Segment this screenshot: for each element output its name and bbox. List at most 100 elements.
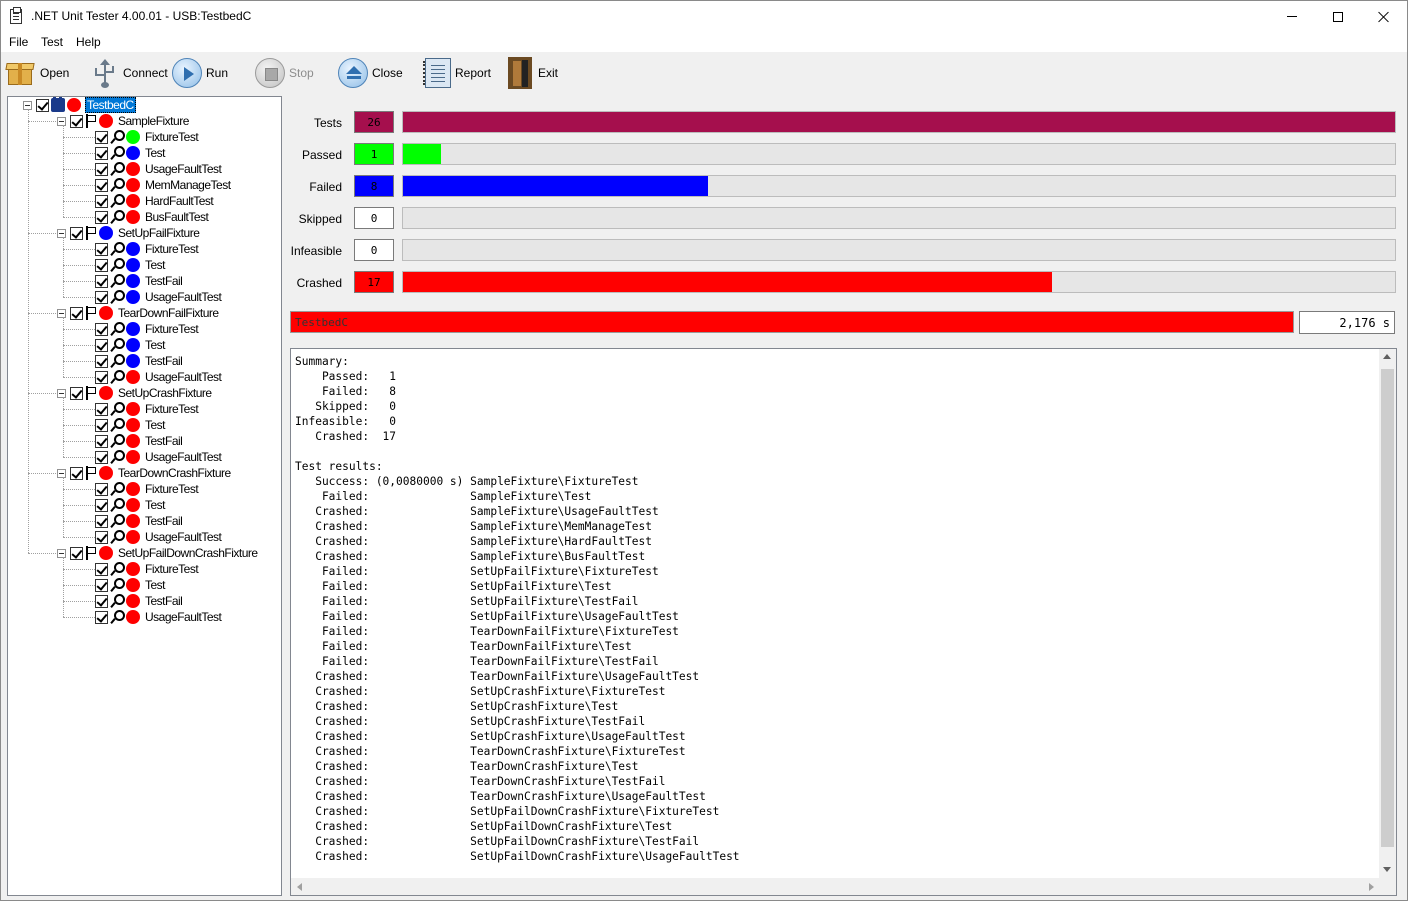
checkbox[interactable]	[70, 546, 83, 560]
tree-node-test[interactable]: FixtureTest	[95, 481, 199, 497]
tree-node-fixture[interactable]: SetUpCrashFixture	[57, 385, 213, 401]
connect-label: Connect	[123, 66, 168, 80]
checkbox[interactable]	[95, 194, 108, 208]
checkbox[interactable]	[95, 450, 108, 464]
checkbox[interactable]	[95, 354, 108, 368]
close-window-button[interactable]	[1361, 1, 1407, 32]
results-text: Summary: Passed: 1 Failed: 8 Skipped: 0 …	[295, 355, 740, 863]
tree-node-test[interactable]: TestFail	[95, 513, 183, 529]
scroll-right-icon[interactable]	[1369, 883, 1374, 891]
tree-node-test[interactable]: Test	[95, 577, 166, 593]
tree-node-test[interactable]: TestFail	[95, 433, 183, 449]
checkbox[interactable]	[95, 338, 108, 352]
tree-node-test[interactable]: TestFail	[95, 353, 183, 369]
collapse-icon[interactable]	[57, 548, 66, 558]
tree-node-fixture[interactable]: SetUpFailDownCrashFixture	[57, 545, 259, 561]
tree-node-label: TestFail	[145, 434, 183, 448]
checkbox[interactable]	[95, 162, 108, 176]
tree-node-test[interactable]: FixtureTest	[95, 401, 199, 417]
checkbox[interactable]	[70, 226, 83, 240]
checkbox[interactable]	[36, 98, 49, 112]
menu-help[interactable]: Help	[76, 35, 101, 49]
tree-node-test[interactable]: FixtureTest	[95, 241, 199, 257]
checkbox[interactable]	[95, 178, 108, 192]
checkbox[interactable]	[95, 130, 108, 144]
tree-node-test[interactable]: Test	[95, 257, 166, 273]
collapse-icon[interactable]	[57, 308, 66, 318]
checkbox[interactable]	[95, 210, 108, 224]
checkbox[interactable]	[95, 322, 108, 336]
checkbox[interactable]	[95, 274, 108, 288]
horizontal-scrollbar[interactable]	[291, 878, 1381, 895]
tree-node-test[interactable]: HardFaultTest	[95, 193, 214, 209]
checkbox[interactable]	[95, 370, 108, 384]
tree-node-test[interactable]: UsageFaultTest	[95, 161, 222, 177]
tree-node-test[interactable]: Test	[95, 497, 166, 513]
checkbox[interactable]	[70, 114, 83, 128]
scroll-left-icon[interactable]	[297, 883, 302, 891]
tree-node-test[interactable]: UsageFaultTest	[95, 449, 222, 465]
maximize-button[interactable]	[1315, 1, 1361, 32]
checkbox[interactable]	[95, 290, 108, 304]
results-output[interactable]: Summary: Passed: 1 Failed: 8 Skipped: 0 …	[290, 348, 1397, 896]
stop-button[interactable]: Stop	[255, 56, 314, 90]
run-button[interactable]: Run	[172, 56, 228, 90]
checkbox[interactable]	[95, 562, 108, 576]
checkbox[interactable]	[70, 306, 83, 320]
tree-node-root[interactable]: TestbedC	[23, 97, 136, 113]
checkbox[interactable]	[95, 578, 108, 592]
checkbox[interactable]	[95, 258, 108, 272]
tree-node-test[interactable]: UsageFaultTest	[95, 289, 222, 305]
scroll-thumb[interactable]	[1381, 369, 1394, 847]
magnifier-icon	[110, 402, 125, 416]
checkbox[interactable]	[95, 482, 108, 496]
vertical-scrollbar[interactable]	[1379, 349, 1396, 879]
checkbox[interactable]	[95, 530, 108, 544]
exit-button[interactable]: Exit	[506, 56, 558, 90]
tree-node-test[interactable]: UsageFaultTest	[95, 529, 222, 545]
menu-test[interactable]: Test	[41, 35, 63, 49]
checkbox[interactable]	[95, 498, 108, 512]
tree-node-test[interactable]: TestFail	[95, 593, 183, 609]
scroll-up-icon[interactable]	[1383, 354, 1391, 359]
collapse-icon[interactable]	[57, 116, 66, 126]
status-dot	[126, 578, 140, 592]
scroll-down-icon[interactable]	[1383, 867, 1391, 872]
report-button[interactable]: Report	[423, 56, 491, 90]
minimize-button[interactable]	[1269, 1, 1315, 32]
tree-node-test[interactable]: FixtureTest	[95, 561, 199, 577]
tree-node-test[interactable]: UsageFaultTest	[95, 609, 222, 625]
tree-node-fixture[interactable]: SetUpFailFixture	[57, 225, 200, 241]
tree-node-test[interactable]: MemManageTest	[95, 177, 232, 193]
menu-file[interactable]: File	[9, 35, 28, 49]
checkbox[interactable]	[95, 610, 108, 624]
tree-node-fixture[interactable]: TearDownFailFixture	[57, 305, 220, 321]
checkbox[interactable]	[95, 418, 108, 432]
collapse-icon[interactable]	[57, 228, 66, 238]
tree-node-test[interactable]: FixtureTest	[95, 129, 199, 145]
checkbox[interactable]	[95, 146, 108, 160]
connect-button[interactable]: Connect	[91, 56, 168, 90]
checkbox[interactable]	[70, 386, 83, 400]
test-tree[interactable]: TestbedC SampleFixture FixtureTest Test Usag…	[7, 96, 282, 896]
checkbox[interactable]	[95, 434, 108, 448]
tree-node-label: UsageFaultTest	[145, 530, 222, 544]
collapse-icon[interactable]	[57, 388, 66, 398]
tree-node-test[interactable]: Test	[95, 145, 166, 161]
close-button[interactable]: Close	[338, 56, 403, 90]
tree-node-test[interactable]: Test	[95, 417, 166, 433]
tree-node-test[interactable]: UsageFaultTest	[95, 369, 222, 385]
checkbox[interactable]	[70, 466, 83, 480]
tree-node-fixture[interactable]: TearDownCrashFixture	[57, 465, 232, 481]
open-button[interactable]: Open	[5, 56, 69, 90]
checkbox[interactable]	[95, 594, 108, 608]
tree-node-test[interactable]: Test	[95, 337, 166, 353]
tree-node-fixture[interactable]: SampleFixture	[57, 113, 190, 129]
checkbox[interactable]	[95, 242, 108, 256]
tree-node-test[interactable]: FixtureTest	[95, 321, 199, 337]
checkbox[interactable]	[95, 402, 108, 416]
checkbox[interactable]	[95, 514, 108, 528]
collapse-icon[interactable]	[57, 468, 66, 478]
tree-node-test[interactable]: BusFaultTest	[95, 209, 209, 225]
tree-node-test[interactable]: TestFail	[95, 273, 183, 289]
